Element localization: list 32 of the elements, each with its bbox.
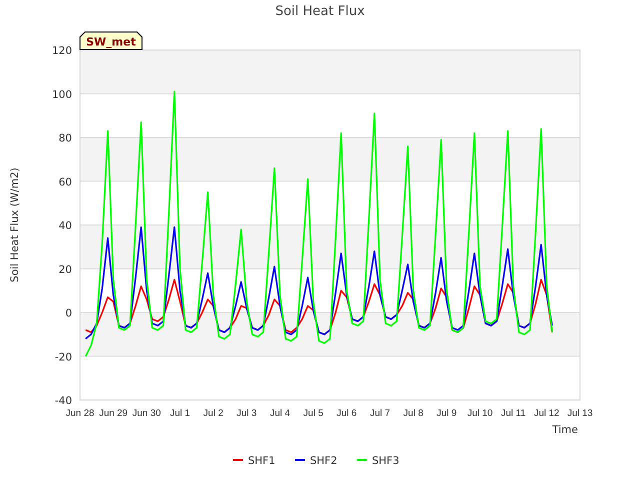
x-tick-label: Jul 12 (534, 408, 560, 419)
y-tick-label: 120 (52, 45, 72, 57)
y-tick-label: 100 (52, 88, 72, 101)
legend-label: SHF3 (372, 455, 400, 467)
x-tick-label: Jun 29 (99, 408, 128, 419)
y-tick-label: 60 (58, 176, 72, 188)
x-tick-label: Jul 8 (403, 408, 424, 419)
y-tick-label: -20 (54, 351, 72, 364)
x-axis-label: Time (552, 424, 578, 436)
x-tick-label: Jul 13 (567, 408, 593, 419)
x-tick-label: Jul 10 (467, 408, 493, 419)
legend-label: SHF1 (248, 455, 276, 467)
x-tick-label: Jul 5 (303, 408, 324, 419)
y-tick-label: 20 (58, 264, 72, 276)
x-tick-label: Jul 2 (203, 408, 224, 419)
y-tick-label: 0 (65, 308, 72, 320)
x-tick-label: Jul 9 (436, 408, 457, 419)
y-axis-label: Soil Heat Flux (W/m2) (9, 168, 21, 282)
y-tick-label: -40 (54, 395, 72, 407)
x-tick-label: Jul 6 (336, 408, 357, 419)
y-tick-label: 40 (58, 220, 72, 232)
x-tick-label: Jul 11 (501, 408, 526, 419)
x-tick-label: Jul 4 (270, 408, 290, 419)
x-tick-label: Jun 30 (132, 408, 161, 419)
y-tick-label: 80 (58, 132, 72, 144)
x-tick-label: Jul 7 (370, 408, 390, 419)
station-label: SW_met (80, 32, 142, 50)
legend-label: SHF2 (310, 455, 338, 467)
chart-title: Soil Heat Flux (275, 4, 365, 19)
x-tick-label: Jul 1 (170, 408, 190, 419)
x-tick-label: Jul 3 (236, 408, 257, 419)
x-tick-label: Jun 28 (66, 408, 94, 419)
